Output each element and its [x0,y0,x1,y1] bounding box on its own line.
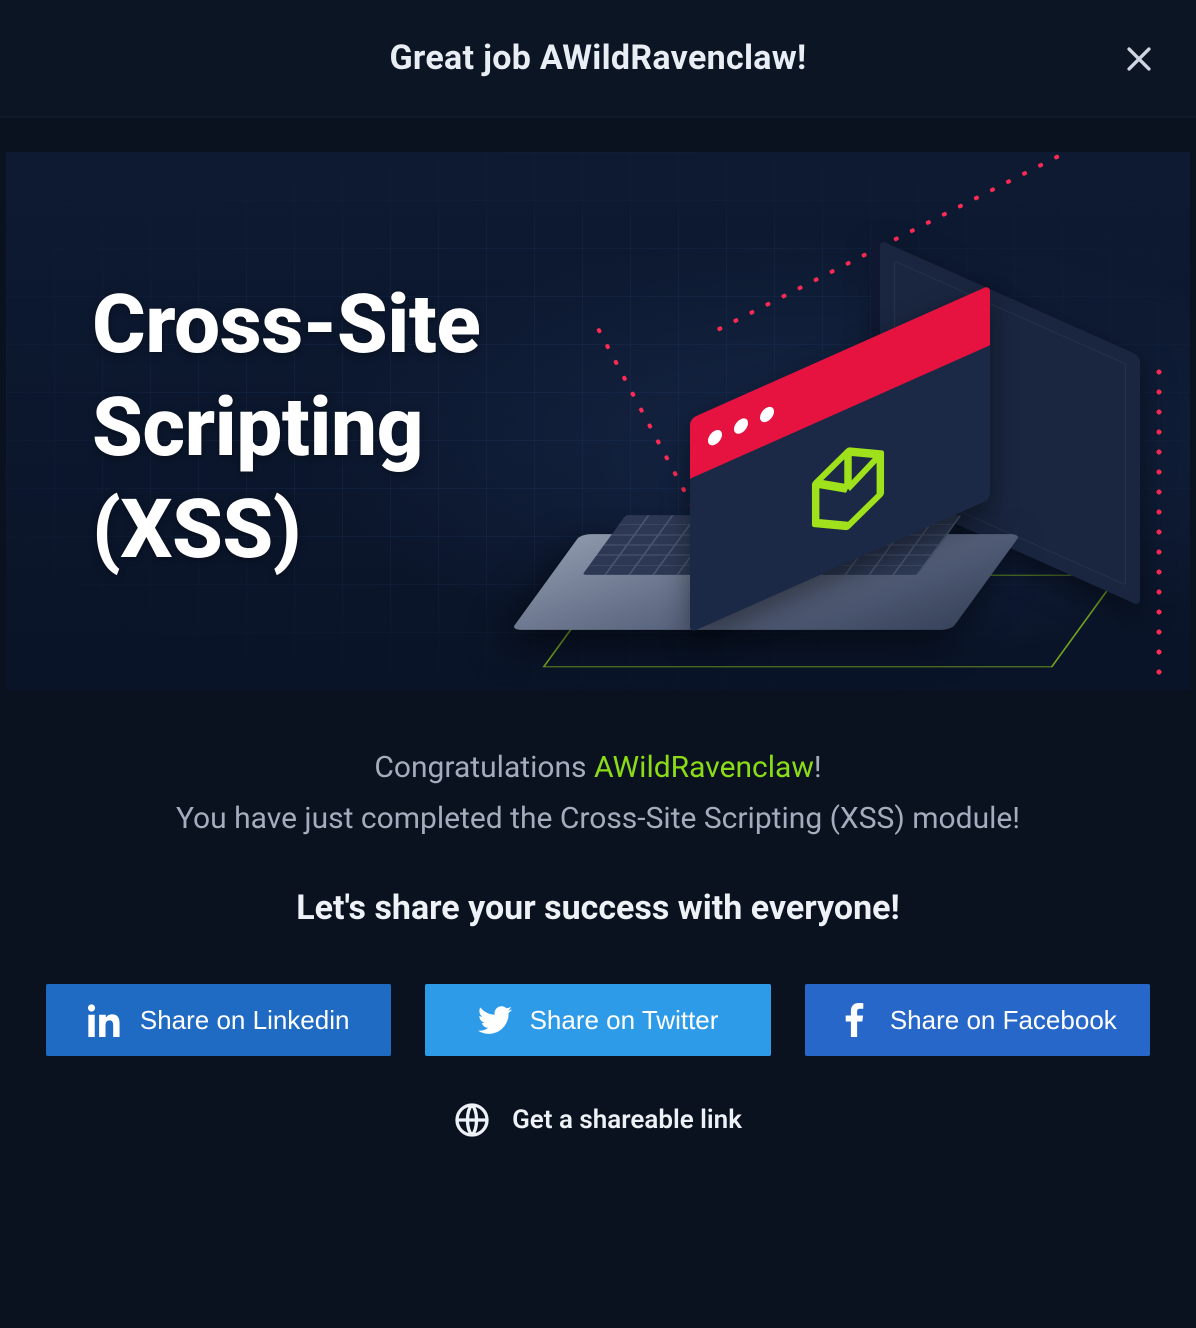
completion-line: You have just completed the Cross-Site S… [50,801,1146,836]
close-button[interactable] [1118,38,1160,80]
congrats-line: Congratulations AWildRavenclaw! [50,750,1146,785]
module-title: Cross-Site Scripting (XSS) [92,274,480,582]
linkedin-icon [88,1003,122,1037]
twitter-icon [478,1003,512,1037]
share-heading: Let's share your success with everyone! [0,888,1196,928]
accent-dots [1156,362,1162,682]
cube-icon [808,429,888,561]
share-linkedin-button[interactable]: Share on Linkedin [46,984,391,1056]
illustration [520,192,1190,690]
facebook-icon [838,1003,872,1037]
close-icon [1122,42,1156,76]
congrats-username: AWildRavenclaw [594,750,814,785]
shareable-link-button[interactable]: Get a shareable link [0,1102,1196,1138]
share-facebook-label: Share on Facebook [890,1005,1117,1036]
completion-modal: Great job AWildRavenclaw! Cross-Site Scr… [0,0,1196,1328]
module-banner: Cross-Site Scripting (XSS) [6,152,1190,690]
share-facebook-button[interactable]: Share on Facebook [805,984,1150,1056]
share-twitter-button[interactable]: Share on Twitter [425,984,770,1056]
modal-title: Great job AWildRavenclaw! [30,38,1166,78]
congrats-suffix: ! [814,750,822,785]
congrats-prefix: Congratulations [374,750,594,785]
shareable-link-label: Get a shareable link [512,1105,742,1135]
congrats-block: Congratulations AWildRavenclaw! You have… [0,750,1196,836]
share-buttons: Share on Linkedin Share on Twitter Share… [0,984,1196,1056]
modal-header: Great job AWildRavenclaw! [0,0,1196,118]
globe-icon [454,1102,490,1138]
share-twitter-label: Share on Twitter [530,1005,719,1036]
share-linkedin-label: Share on Linkedin [140,1005,350,1036]
